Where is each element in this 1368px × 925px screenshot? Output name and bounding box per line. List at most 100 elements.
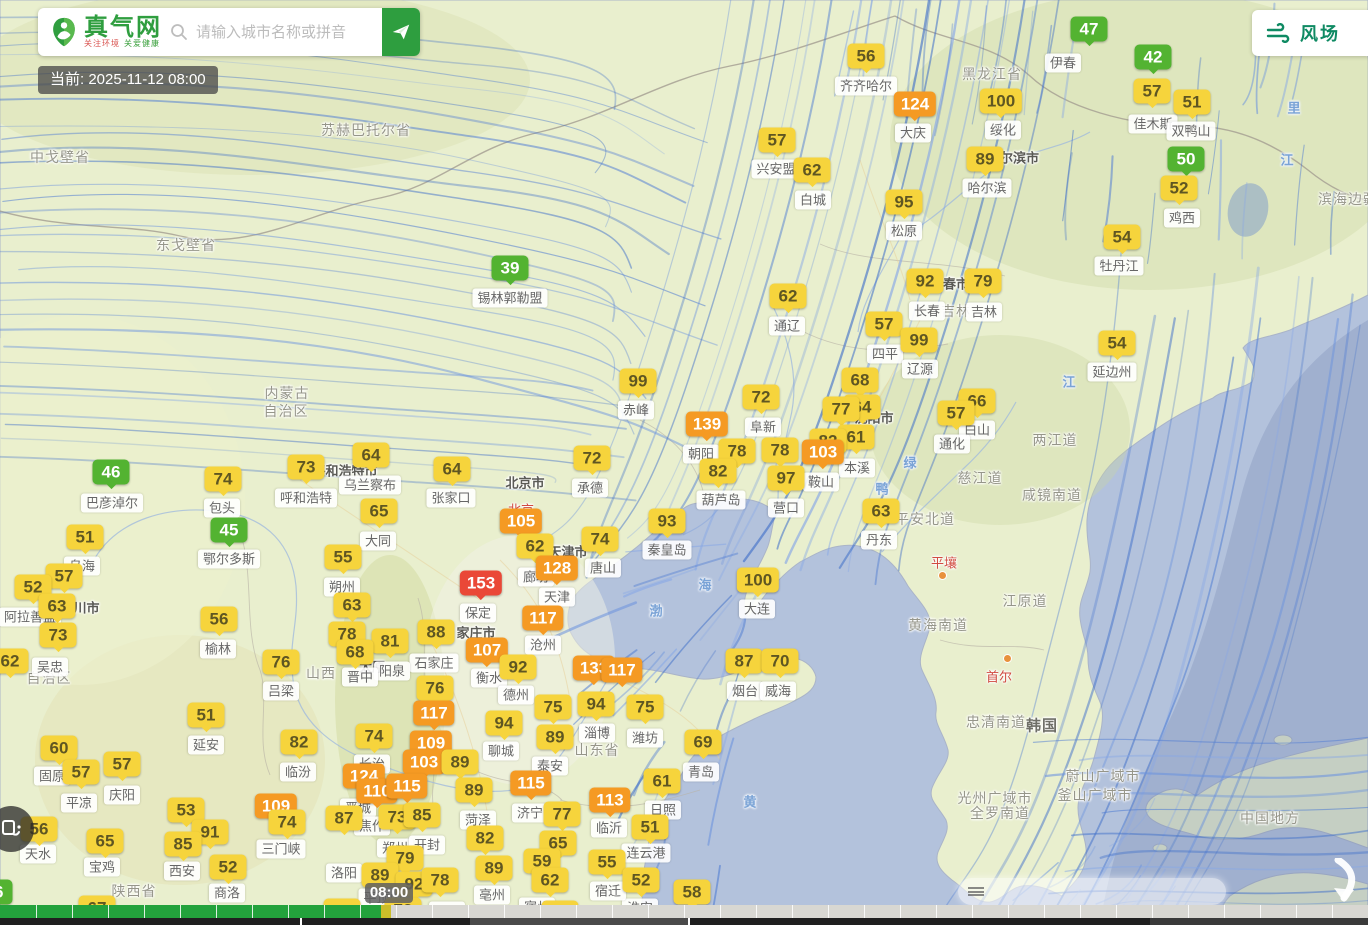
aqi-marker[interactable]: 75 xyxy=(534,694,572,720)
aqi-marker[interactable]: 105 xyxy=(499,508,543,534)
aqi-marker[interactable]: 78 xyxy=(421,867,459,893)
aqi-marker[interactable]: 61 xyxy=(643,768,681,794)
aqi-marker[interactable]: 82 xyxy=(466,825,504,851)
aqi-marker[interactable]: 82 xyxy=(699,458,737,484)
aqi-marker[interactable]: 57 xyxy=(62,759,100,785)
aqi-marker[interactable]: 46 xyxy=(92,459,130,485)
pull-arrow-icon[interactable] xyxy=(1330,856,1364,909)
aqi-marker[interactable]: 42 xyxy=(1134,44,1172,70)
aqi-marker[interactable]: 88 xyxy=(417,619,455,645)
aqi-marker[interactable]: 117 xyxy=(601,657,643,683)
aqi-marker[interactable]: 52 xyxy=(209,854,247,880)
wind-field-button[interactable]: 风场 xyxy=(1252,10,1368,56)
timeline[interactable] xyxy=(0,905,1368,918)
aqi-marker[interactable]: 92 xyxy=(499,654,537,680)
aqi-marker[interactable]: 124 xyxy=(893,91,937,117)
aqi-marker[interactable]: 103 xyxy=(402,749,446,775)
aqi-marker[interactable]: 62 xyxy=(793,157,831,183)
search-submit-button[interactable] xyxy=(382,8,420,56)
aqi-marker[interactable]: 51 xyxy=(66,524,104,550)
aqi-marker[interactable]: 68 xyxy=(841,367,879,393)
aqi-marker[interactable]: 50 xyxy=(1167,146,1205,172)
aqi-marker[interactable]: 62 xyxy=(531,867,569,893)
aqi-marker[interactable]: 72 xyxy=(742,384,780,410)
aqi-marker[interactable]: 153 xyxy=(459,570,503,596)
aqi-marker[interactable]: 97 xyxy=(767,465,805,491)
aqi-marker[interactable]: 52 xyxy=(1160,175,1198,201)
aqi-marker[interactable]: 46 xyxy=(0,879,13,905)
aqi-marker[interactable]: 74 xyxy=(581,526,619,552)
aqi-marker[interactable]: 89 xyxy=(536,724,574,750)
aqi-marker[interactable]: 74 xyxy=(355,723,393,749)
aqi-marker[interactable]: 89 xyxy=(455,777,493,803)
aqi-marker[interactable]: 73 xyxy=(287,454,325,480)
aqi-marker[interactable]: 54 xyxy=(1103,224,1141,250)
aqi-marker[interactable]: 99 xyxy=(619,368,657,394)
aqi-marker[interactable]: 58 xyxy=(673,879,711,905)
aqi-marker[interactable]: 89 xyxy=(966,146,1004,172)
aqi-marker[interactable]: 62 xyxy=(769,283,807,309)
aqi-marker[interactable]: 63 xyxy=(862,498,900,524)
aqi-marker[interactable]: 57 xyxy=(1133,78,1171,104)
aqi-marker[interactable]: 45 xyxy=(210,517,248,543)
aqi-marker[interactable]: 51 xyxy=(631,814,669,840)
aqi-marker[interactable]: 115 xyxy=(510,770,552,796)
aqi-marker[interactable]: 65 xyxy=(86,828,124,854)
aqi-marker[interactable]: 115 xyxy=(386,773,428,799)
aqi-marker[interactable]: 74 xyxy=(268,809,306,835)
aqi-marker[interactable]: 54 xyxy=(1098,330,1136,356)
aqi-marker[interactable]: 63 xyxy=(38,593,76,619)
aqi-marker[interactable]: 85 xyxy=(164,831,202,857)
aqi-marker[interactable]: 51 xyxy=(187,702,225,728)
aqi-marker[interactable]: 89 xyxy=(475,855,513,881)
aqi-marker[interactable]: 56 xyxy=(847,43,885,69)
aqi-marker[interactable]: 113 xyxy=(589,787,631,813)
aqi-marker[interactable]: 76 xyxy=(416,675,454,701)
aqi-marker[interactable]: 68 xyxy=(336,639,374,665)
aqi-marker[interactable]: 57 xyxy=(758,127,796,153)
aqi-marker[interactable]: 117 xyxy=(522,605,564,631)
aqi-marker[interactable]: 69 xyxy=(684,729,722,755)
aqi-marker[interactable]: 89 xyxy=(441,749,479,775)
aqi-marker[interactable]: 63 xyxy=(333,592,371,618)
aqi-marker[interactable]: 70 xyxy=(761,648,799,674)
aqi-marker[interactable]: 94 xyxy=(485,710,523,736)
aqi-marker[interactable]: 87 xyxy=(325,805,363,831)
aqi-marker[interactable]: 117 xyxy=(413,700,455,726)
aqi-marker[interactable]: 65 xyxy=(360,498,398,524)
aqi-marker[interactable]: 74 xyxy=(204,466,242,492)
aqi-marker[interactable]: 64 xyxy=(352,442,390,468)
aqi-marker[interactable]: 79 xyxy=(964,268,1002,294)
aqi-marker[interactable]: 75 xyxy=(626,694,664,720)
search-input[interactable] xyxy=(194,22,382,42)
aqi-marker[interactable]: 57 xyxy=(937,400,975,426)
aqi-marker[interactable]: 77 xyxy=(543,801,581,827)
aqi-marker[interactable]: 64 xyxy=(433,456,471,482)
aqi-marker[interactable]: 55 xyxy=(588,849,626,875)
aqi-marker[interactable]: 73 xyxy=(39,622,77,648)
aqi-marker[interactable]: 139 xyxy=(685,411,729,437)
aqi-marker[interactable]: 39 xyxy=(491,255,529,281)
aqi-marker[interactable]: 95 xyxy=(885,189,923,215)
aqi-marker[interactable]: 51 xyxy=(1173,89,1211,115)
aqi-marker[interactable]: 92 xyxy=(906,268,944,294)
aqi-marker[interactable]: 81 xyxy=(371,628,409,654)
aqi-marker[interactable]: 87 xyxy=(725,648,763,674)
aqi-marker[interactable]: 56 xyxy=(200,606,238,632)
aqi-marker[interactable]: 57 xyxy=(865,311,903,337)
aqi-marker[interactable]: 72 xyxy=(573,445,611,471)
aqi-marker[interactable]: 78 xyxy=(761,437,799,463)
aqi-marker[interactable]: 62 xyxy=(0,648,29,674)
aqi-marker[interactable]: 77 xyxy=(822,396,860,422)
aqi-marker[interactable]: 100 xyxy=(736,567,780,593)
aqi-marker[interactable]: 93 xyxy=(648,508,686,534)
aqi-marker[interactable]: 60 xyxy=(40,735,78,761)
aqi-marker[interactable]: 100 xyxy=(979,88,1023,114)
aqi-marker[interactable]: 94 xyxy=(577,691,615,717)
aqi-marker[interactable]: 128 xyxy=(535,555,579,581)
aqi-marker[interactable]: 99 xyxy=(900,327,938,353)
aqi-marker[interactable]: 76 xyxy=(262,649,300,675)
aqi-marker[interactable]: 103 xyxy=(801,439,845,465)
aqi-marker[interactable]: 55 xyxy=(324,544,362,570)
aqi-marker[interactable]: 82 xyxy=(280,729,318,755)
